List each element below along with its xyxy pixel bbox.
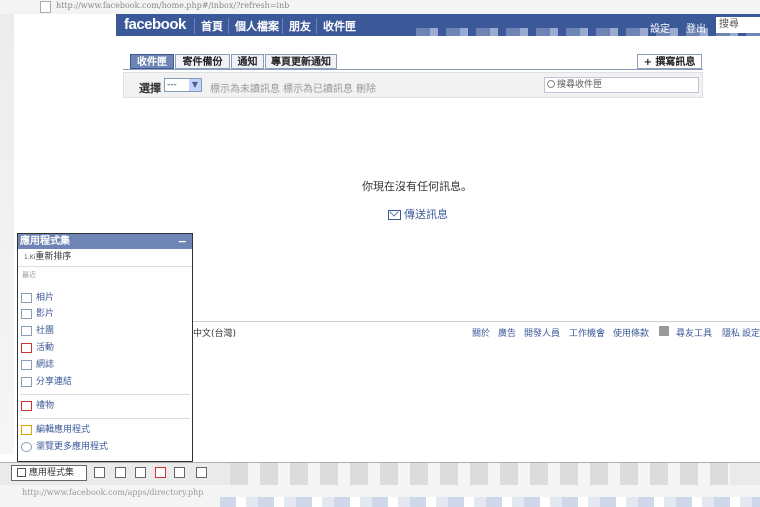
calendar-icon[interactable] <box>155 467 166 478</box>
app-item-photos[interactable]: 相片 <box>21 290 54 306</box>
status-url: http://www.facebook.com/apps/directory.p… <box>22 488 204 497</box>
footer-ads[interactable]: 廣告 <box>498 326 516 339</box>
status-bar: http://www.facebook.com/apps/directory.p… <box>0 485 760 507</box>
applications-icon <box>17 468 26 477</box>
facebook-logo[interactable]: facebook <box>124 16 186 33</box>
search-inbox-placeholder: 搜尋收件匣 <box>557 80 603 90</box>
reorder-link[interactable]: 1.Ki重新排序 <box>18 249 192 267</box>
url-bar[interactable]: http://www.facebook.com/home.php#/inbox/… <box>0 0 760 14</box>
compose-message-button[interactable]: + 撰寫訊息 <box>637 54 702 69</box>
edit-applications-label: 編輯應用程式 <box>36 425 91 435</box>
tab-notifications[interactable]: 通知 <box>231 54 264 69</box>
applications-menu-title: 應用程式集 − <box>18 234 192 249</box>
photos-icon <box>21 292 32 303</box>
app-item-links[interactable]: 分享連結 <box>21 374 72 390</box>
minimize-icon[interactable]: − <box>178 234 187 249</box>
browse-applications-link[interactable]: 瀏覽更多應用程式 <box>21 439 108 455</box>
app-item-notes[interactable]: 網誌 <box>21 357 54 373</box>
app-item-gifts[interactable]: 禮物 <box>21 398 54 414</box>
app-item-label: 禮物 <box>36 401 55 411</box>
link-icon <box>21 376 32 387</box>
left-edge <box>0 14 14 454</box>
groups-icon[interactable] <box>135 467 146 478</box>
nav-logout[interactable]: 登出 <box>686 20 706 35</box>
tab-inbox[interactable]: 收件匣 <box>130 54 174 69</box>
footer-find-friends[interactable]: 尋友工具 <box>676 326 712 339</box>
magnifier-icon <box>21 441 32 452</box>
reorder-label: 重新排序 <box>35 252 72 262</box>
video-icon[interactable] <box>115 467 126 478</box>
applications-menu-title-text: 應用程式集 <box>20 236 70 247</box>
tab-sent[interactable]: 寄件備份 <box>175 54 230 69</box>
top-header: facebook 首頁 個人檔案 朋友 收件匣 設定 登出 搜尋 <box>116 14 760 36</box>
mark-read-link[interactable]: 標示為已讀訊息 <box>283 80 353 95</box>
status-bar-decoration <box>220 497 760 507</box>
app-item-label: 網誌 <box>36 360 55 370</box>
app-item-label: 社團 <box>36 326 55 336</box>
app-item-label: 相片 <box>36 293 55 303</box>
gift-icon <box>21 400 32 411</box>
header-decoration <box>416 28 760 36</box>
browse-applications-label: 瀏覽更多應用程式 <box>36 442 109 452</box>
header-search-input[interactable]: 搜尋 <box>716 17 760 33</box>
footer-jobs[interactable]: 工作機會 <box>569 326 605 339</box>
select-value: --- <box>167 80 177 90</box>
menu-divider <box>20 394 190 395</box>
calendar-icon <box>21 342 32 353</box>
search-inbox-input[interactable]: 搜尋收件匣 <box>544 77 699 93</box>
friend-finder-icon <box>659 326 669 336</box>
app-item-video[interactable]: 影片 <box>21 306 54 322</box>
app-item-label: 活動 <box>36 343 55 353</box>
envelope-icon <box>388 210 401 220</box>
empty-inbox-message: 你現在沒有任何訊息。 <box>362 180 472 193</box>
nav-friends[interactable]: 朋友 <box>282 18 311 34</box>
footer-developers[interactable]: 開發人員 <box>524 326 560 339</box>
send-message-label: 傳送訊息 <box>404 208 448 221</box>
notes-icon <box>21 359 32 370</box>
mark-unread-link[interactable]: 標示為未讀訊息 <box>210 80 280 95</box>
application-bar-decoration <box>230 463 730 485</box>
app-item-events[interactable]: 活動 <box>21 340 54 356</box>
footer-privacy[interactable]: 隱私 <box>722 326 740 339</box>
groups-icon <box>21 325 32 336</box>
video-icon <box>21 308 32 319</box>
select-dropdown[interactable]: --- ▼ <box>164 78 202 92</box>
select-label: 選擇 <box>139 82 161 95</box>
nav-settings[interactable]: 設定 <box>650 20 670 35</box>
url-text: http://www.facebook.com/home.php#/inbox/… <box>56 1 290 10</box>
application-bar: 應用程式集 <box>0 462 760 485</box>
recent-section-label: 最近 <box>22 271 36 279</box>
app-item-label: 分享連結 <box>36 377 73 387</box>
footer-about[interactable]: 關於 <box>472 326 490 339</box>
language-link[interactable]: 中文(台灣) <box>193 326 236 339</box>
app-item-groups[interactable]: 社團 <box>21 323 54 339</box>
send-message-link[interactable]: 傳送訊息 <box>388 206 448 222</box>
tab-divider <box>123 69 703 70</box>
notes-icon[interactable] <box>174 467 185 478</box>
page-icon <box>40 1 51 13</box>
footer-settings[interactable]: 設定 <box>742 326 760 339</box>
reorder-prefix: 1.Ki <box>24 254 36 261</box>
delete-link[interactable]: 刪除 <box>356 80 376 95</box>
edit-icon <box>21 424 32 435</box>
inbox-action-bar: 選擇 --- ▼ 標示為未讀訊息 標示為已讀訊息 刪除 搜尋收件匣 <box>123 72 703 98</box>
tab-page-updates[interactable]: 專頁更新通知 <box>265 54 337 69</box>
photos-icon[interactable] <box>94 467 105 478</box>
footer-terms[interactable]: 使用條款 <box>613 326 649 339</box>
link-icon[interactable] <box>196 467 207 478</box>
applications-button-label: 應用程式集 <box>29 468 75 478</box>
chevron-down-icon: ▼ <box>189 79 201 91</box>
applications-button[interactable]: 應用程式集 <box>11 465 87 481</box>
menu-divider <box>20 418 190 419</box>
nav-profile[interactable]: 個人檔案 <box>228 18 279 34</box>
applications-menu: 應用程式集 − 1.Ki重新排序 最近 相片 影片 社團 活動 網誌 分享連結 … <box>17 233 193 462</box>
app-item-label: 影片 <box>36 309 55 319</box>
search-icon <box>547 80 555 88</box>
footer-divider <box>193 321 760 322</box>
nav-home[interactable]: 首頁 <box>194 18 223 34</box>
edit-applications-link[interactable]: 編輯應用程式 <box>21 422 90 438</box>
nav-inbox[interactable]: 收件匣 <box>316 18 356 34</box>
